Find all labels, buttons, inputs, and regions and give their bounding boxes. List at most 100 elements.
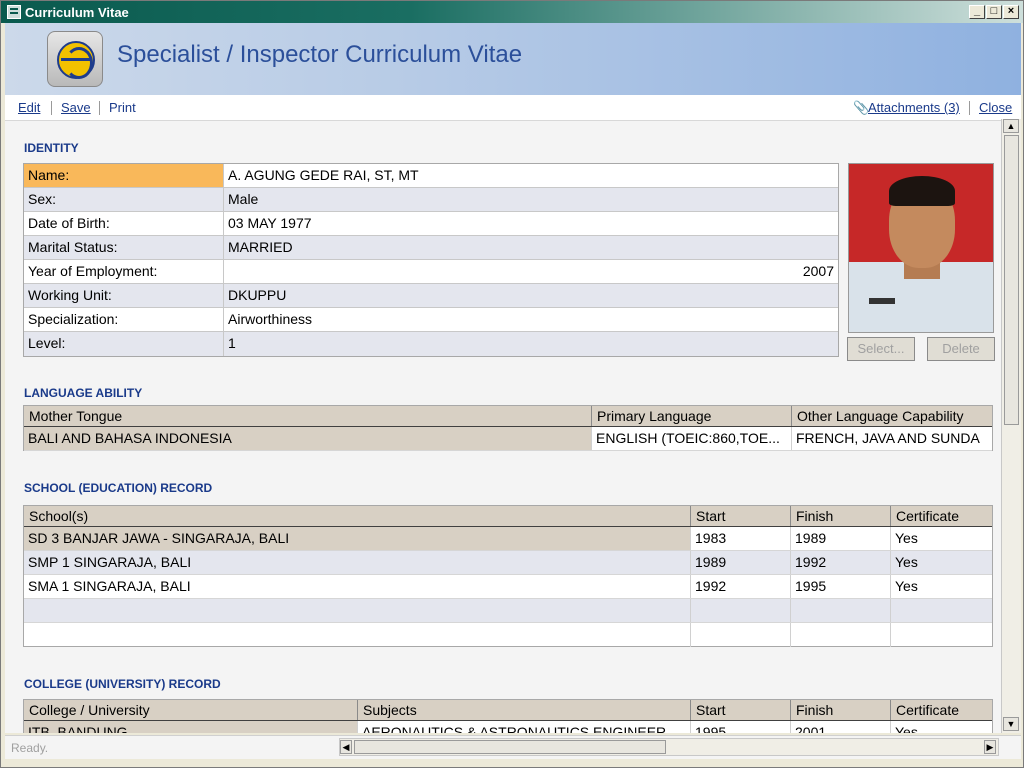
table-cell: SMP 1 SINGARAJA, BALI [24,551,691,574]
identity-label: Sex: [24,188,224,211]
status-text: Ready. [11,741,49,755]
toolbar-separator [51,101,52,115]
minimize-button[interactable]: _ [969,5,985,19]
column-header[interactable]: Primary Language [592,406,792,426]
identity-section-title: IDENTITY [24,141,79,155]
column-header[interactable]: Finish [791,700,891,720]
identity-row: Specialization: Airworthiness [24,308,838,332]
column-header[interactable]: Mother Tongue [24,406,592,426]
table-row[interactable]: SMP 1 SINGARAJA, BALI 1989 1992 Yes [24,551,992,575]
table-cell: AERONAUTICS & ASTRONAUTICS ENGINEER [358,721,691,733]
table-cell: 2001 [791,721,891,733]
identity-row: Level: 1 [24,332,838,356]
table-row[interactable]: SMA 1 SINGARAJA, BALI 1992 1995 Yes [24,575,992,599]
edit-link[interactable]: Edit [18,100,40,115]
table-row-empty[interactable] [24,599,992,623]
identity-label: Level: [24,332,224,356]
identity-label: Marital Status: [24,236,224,259]
language-grid-header: Mother Tongue Primary Language Other Lan… [24,406,992,427]
cv-window: Curriculum Vitae _ □ × Specialist / Insp… [0,0,1024,768]
column-header[interactable]: College / University [24,700,358,720]
column-header[interactable]: Certificate [891,700,992,720]
identity-row: Name: A. AGUNG GEDE RAI, ST, MT [24,164,838,188]
table-row-empty[interactable] [24,623,992,647]
horizontal-scrollbar[interactable]: ◀ ▶ [339,738,999,756]
column-header[interactable]: Subjects [358,700,691,720]
scroll-right-arrow-icon[interactable]: ▶ [984,740,996,754]
school-grid-header: School(s) Start Finish Certificate [24,506,992,527]
column-header[interactable]: Start [691,506,791,526]
vertical-scrollbar[interactable]: ▲ ▼ [1001,119,1021,733]
column-header[interactable]: Other Language Capability [792,406,992,426]
table-cell: SD 3 BANJAR JAWA - SINGARAJA, BALI [24,527,691,550]
identity-value[interactable]: 1 [224,332,838,356]
delete-photo-button[interactable]: Delete [927,337,995,361]
close-window-button[interactable]: × [1003,5,1019,19]
identity-row: Marital Status: MARRIED [24,236,838,260]
table-cell: 1992 [691,575,791,598]
save-link[interactable]: Save [61,100,91,115]
scroll-up-arrow-icon[interactable]: ▲ [1003,119,1019,133]
profile-photo [848,163,994,333]
table-cell [891,623,992,647]
horizontal-scroll-thumb[interactable] [354,740,666,754]
scroll-down-arrow-icon[interactable]: ▼ [1003,717,1019,731]
select-photo-button[interactable]: Select... [847,337,915,361]
table-cell: Yes [895,724,918,733]
table-cell: 1992 [791,551,891,574]
identity-value[interactable]: 2007 [224,260,838,283]
column-header[interactable]: School(s) [24,506,691,526]
print-link[interactable]: Print [109,100,136,115]
table-cell [691,623,791,647]
identity-value[interactable]: Male [224,188,838,211]
identity-value[interactable]: 03 MAY 1977 [224,212,838,235]
table-row[interactable]: BALI AND BAHASA INDONESIA ENGLISH (TOEIC… [24,427,992,451]
school-grid: School(s) Start Finish Certificate SD 3 … [23,505,993,647]
toolbar-separator [969,101,970,115]
table-row[interactable]: ITB, BANDUNG AERONAUTICS & ASTRONAUTICS … [24,721,992,733]
college-grid-header: College / University Subjects Start Fini… [24,700,992,721]
cv-content: IDENTITY Name: A. AGUNG GEDE RAI, ST, MT … [5,121,1001,733]
identity-row: Working Unit: DKUPPU [24,284,838,308]
table-row[interactable]: SD 3 BANJAR JAWA - SINGARAJA, BALI 1983 … [24,527,992,551]
toolbar: Edit Save Print 📎 Attachments (3) Close [5,95,1021,121]
table-cell: 1983 [691,527,791,550]
column-header[interactable]: Certificate [891,506,992,526]
page-title: Specialist / Inspector Curriculum Vitae [117,41,523,68]
identity-value[interactable]: A. AGUNG GEDE RAI, ST, MT [224,164,838,187]
table-cell: 1995 [691,721,791,733]
identity-row: Year of Employment: 2007 [24,260,838,284]
column-header[interactable]: Start [691,700,791,720]
table-cell [691,599,791,622]
identity-label: Date of Birth: [24,212,224,235]
identity-label: Specialization: [24,308,224,331]
column-header[interactable]: Finish [791,506,891,526]
identity-label: Year of Employment: [24,260,224,283]
identity-value[interactable]: Airworthiness [224,308,838,331]
table-cell: SMA 1 SINGARAJA, BALI [24,575,691,598]
toolbar-separator [99,101,100,115]
table-cell: FRENCH, JAVA AND SUNDA [796,430,980,446]
school-section-title: SCHOOL (EDUCATION) RECORD [24,481,213,495]
identity-row: Sex: Male [24,188,838,212]
maximize-button[interactable]: □ [986,5,1002,19]
table-cell: 1995 [791,575,891,598]
scroll-left-arrow-icon[interactable]: ◀ [340,740,352,754]
table-cell: Yes [895,554,918,570]
college-grid: College / University Subjects Start Fini… [23,699,993,733]
table-cell: Yes [895,530,918,546]
identity-label: Name: [24,164,224,187]
table-cell [24,599,691,622]
identity-value[interactable]: DKUPPU [224,284,838,307]
attachments-link[interactable]: Attachments (3) [868,100,960,115]
status-bar: Ready. ◀ ▶ [5,735,1021,759]
language-grid: Mother Tongue Primary Language Other Lan… [23,405,993,451]
vertical-scroll-thumb[interactable] [1004,135,1019,425]
close-link[interactable]: Close [979,100,1012,115]
table-cell: 1989 [691,551,791,574]
identity-value[interactable]: MARRIED [224,236,838,259]
identity-table: Name: A. AGUNG GEDE RAI, ST, MT Sex: Male … [23,163,839,357]
paperclip-icon: 📎 [853,100,870,115]
header-banner: Specialist / Inspector Curriculum Vitae [5,23,1021,95]
identity-label: Working Unit: [24,284,224,307]
